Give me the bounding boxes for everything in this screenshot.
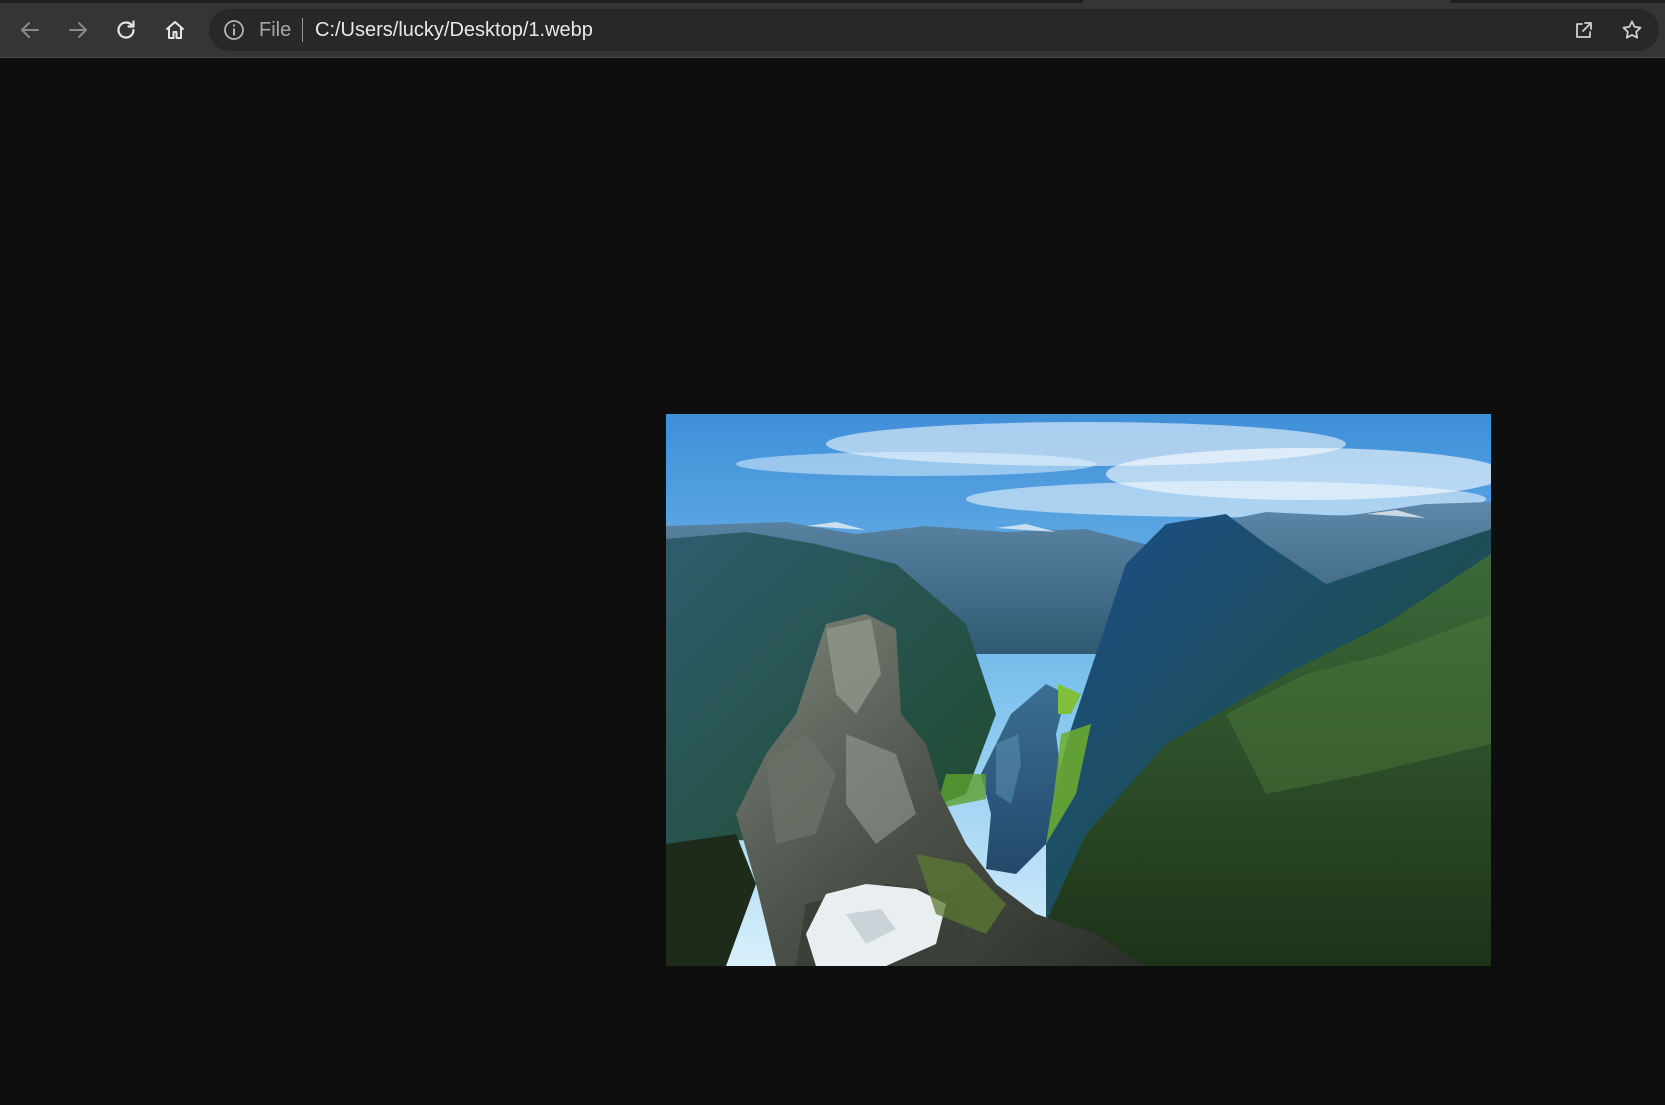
page-viewport: [0, 58, 1665, 1105]
arrow-left-icon: [21, 22, 39, 38]
tab-strip-edge-right: [1450, 0, 1665, 3]
home-icon: [166, 21, 184, 39]
home-button[interactable]: [155, 10, 195, 50]
share-icon: [1576, 22, 1592, 38]
share-button[interactable]: [1570, 16, 1598, 44]
reload-button[interactable]: [106, 10, 146, 50]
bookmark-button[interactable]: [1618, 16, 1646, 44]
fjord-image: [666, 414, 1491, 966]
scheme-label: File: [259, 19, 292, 41]
tab-strip-edge: [0, 0, 1083, 3]
url-text[interactable]: C:/Users/lucky/Desktop/1.webp: [315, 19, 593, 41]
info-circle-icon[interactable]: [223, 19, 245, 41]
forward-button[interactable]: [58, 10, 98, 50]
star-icon: [1622, 20, 1642, 39]
omnibox-divider: [302, 18, 303, 42]
back-button[interactable]: [10, 10, 50, 50]
arrow-right-icon: [69, 22, 87, 38]
address-bar[interactable]: File C:/Users/lucky/Desktop/1.webp: [209, 9, 1659, 51]
browser-toolbar: File C:/Users/lucky/Desktop/1.webp: [0, 0, 1665, 58]
landscape-photo: [666, 414, 1491, 966]
reload-icon: [117, 20, 135, 39]
